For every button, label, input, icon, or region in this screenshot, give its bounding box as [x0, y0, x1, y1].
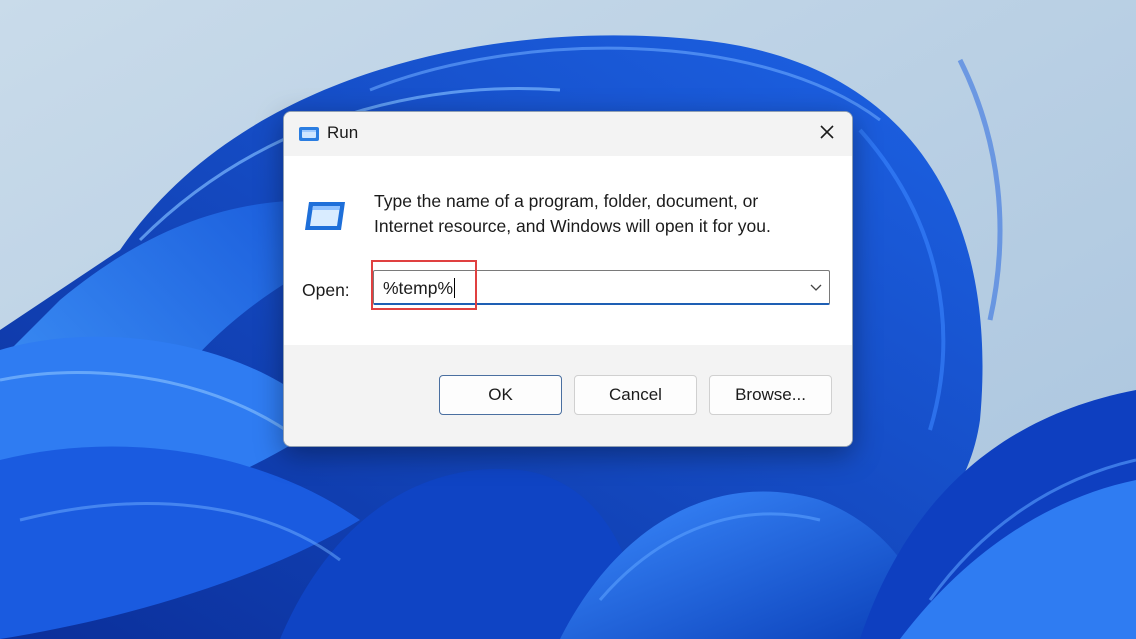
cancel-button[interactable]: Cancel — [574, 375, 697, 415]
window-title: Run — [327, 123, 359, 142]
dropdown-button[interactable] — [809, 280, 823, 294]
dialog-content: Type the name of a program, folder, docu… — [284, 156, 852, 345]
open-label: Open: — [302, 280, 350, 300]
dialog-description: Type the name of a program, folder, docu… — [374, 191, 771, 236]
button-bar: OK Cancel Browse... — [284, 345, 852, 446]
run-program-icon — [303, 196, 349, 236]
ok-button[interactable]: OK — [439, 375, 562, 415]
run-icon — [298, 123, 320, 145]
close-icon — [820, 125, 834, 139]
chevron-down-icon — [810, 284, 822, 291]
open-input[interactable]: %temp% — [383, 278, 456, 299]
open-combobox[interactable]: %temp% — [373, 270, 830, 305]
run-dialog: Run Type the name of a program, folder, … — [283, 111, 853, 447]
open-input-value: %temp% — [383, 278, 454, 298]
close-button[interactable] — [802, 112, 852, 152]
browse-button[interactable]: Browse... — [709, 375, 832, 415]
text-caret — [454, 278, 456, 298]
title-bar[interactable]: Run — [284, 112, 852, 156]
